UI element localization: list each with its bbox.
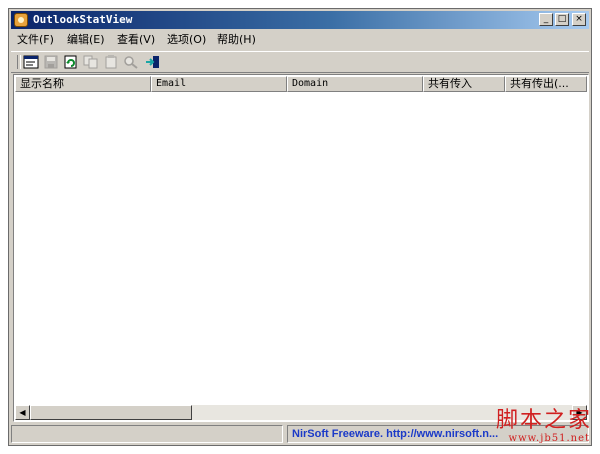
toolbar-grip (17, 55, 21, 69)
watermark-chinese-text: 脚本之家 (495, 408, 592, 433)
copy-icon[interactable] (83, 55, 99, 69)
menu-options[interactable]: 选项(O) (167, 33, 206, 47)
column-domain[interactable]: Domain (287, 76, 423, 92)
find-icon[interactable] (123, 55, 139, 69)
menu-help[interactable]: 帮助(H) (217, 33, 256, 47)
column-total-incoming[interactable]: 共有传入 (423, 76, 505, 92)
menu-file[interactable]: 文件(F) (17, 33, 54, 47)
toolbar (11, 51, 589, 73)
exit-icon[interactable] (145, 55, 161, 69)
report-listview[interactable]: 显示名称 Email Domain 共有传入 共有传出(... ◀ ▶ (13, 74, 589, 422)
scroll-thumb[interactable] (30, 405, 192, 420)
app-icon[interactable] (14, 13, 28, 27)
app-window: OutlookStatView _ □ × 文件(F) 编辑(E) 查看(V) … (8, 8, 592, 446)
title-bar[interactable]: OutlookStatView _ □ × (11, 11, 589, 29)
report-icon[interactable] (103, 55, 119, 69)
watermark: 脚本之家 www.jb51.net (482, 408, 592, 448)
maximize-button[interactable]: □ (555, 13, 569, 26)
status-panel-count (11, 425, 283, 443)
window-title: OutlookStatView (33, 13, 133, 26)
scroll-left-button[interactable]: ◀ (15, 405, 30, 420)
menu-edit[interactable]: 编辑(E) (67, 33, 105, 47)
refresh-icon[interactable] (63, 55, 79, 69)
properties-icon[interactable] (23, 55, 39, 69)
save-icon[interactable] (43, 55, 59, 69)
watermark-url: www.jb51.net (508, 433, 590, 444)
minimize-button[interactable]: _ (539, 13, 553, 26)
list-header: 显示名称 Email Domain 共有传入 共有传出(... (15, 76, 587, 92)
column-total-outgoing[interactable]: 共有传出(... (505, 76, 587, 92)
menu-bar: 文件(F) 编辑(E) 查看(V) 选项(O) 帮助(H) (11, 31, 589, 49)
menu-view[interactable]: 查看(V) (117, 33, 155, 47)
close-button[interactable]: × (572, 13, 586, 26)
column-email[interactable]: Email (151, 76, 287, 92)
column-display-name[interactable]: 显示名称 (15, 76, 151, 92)
